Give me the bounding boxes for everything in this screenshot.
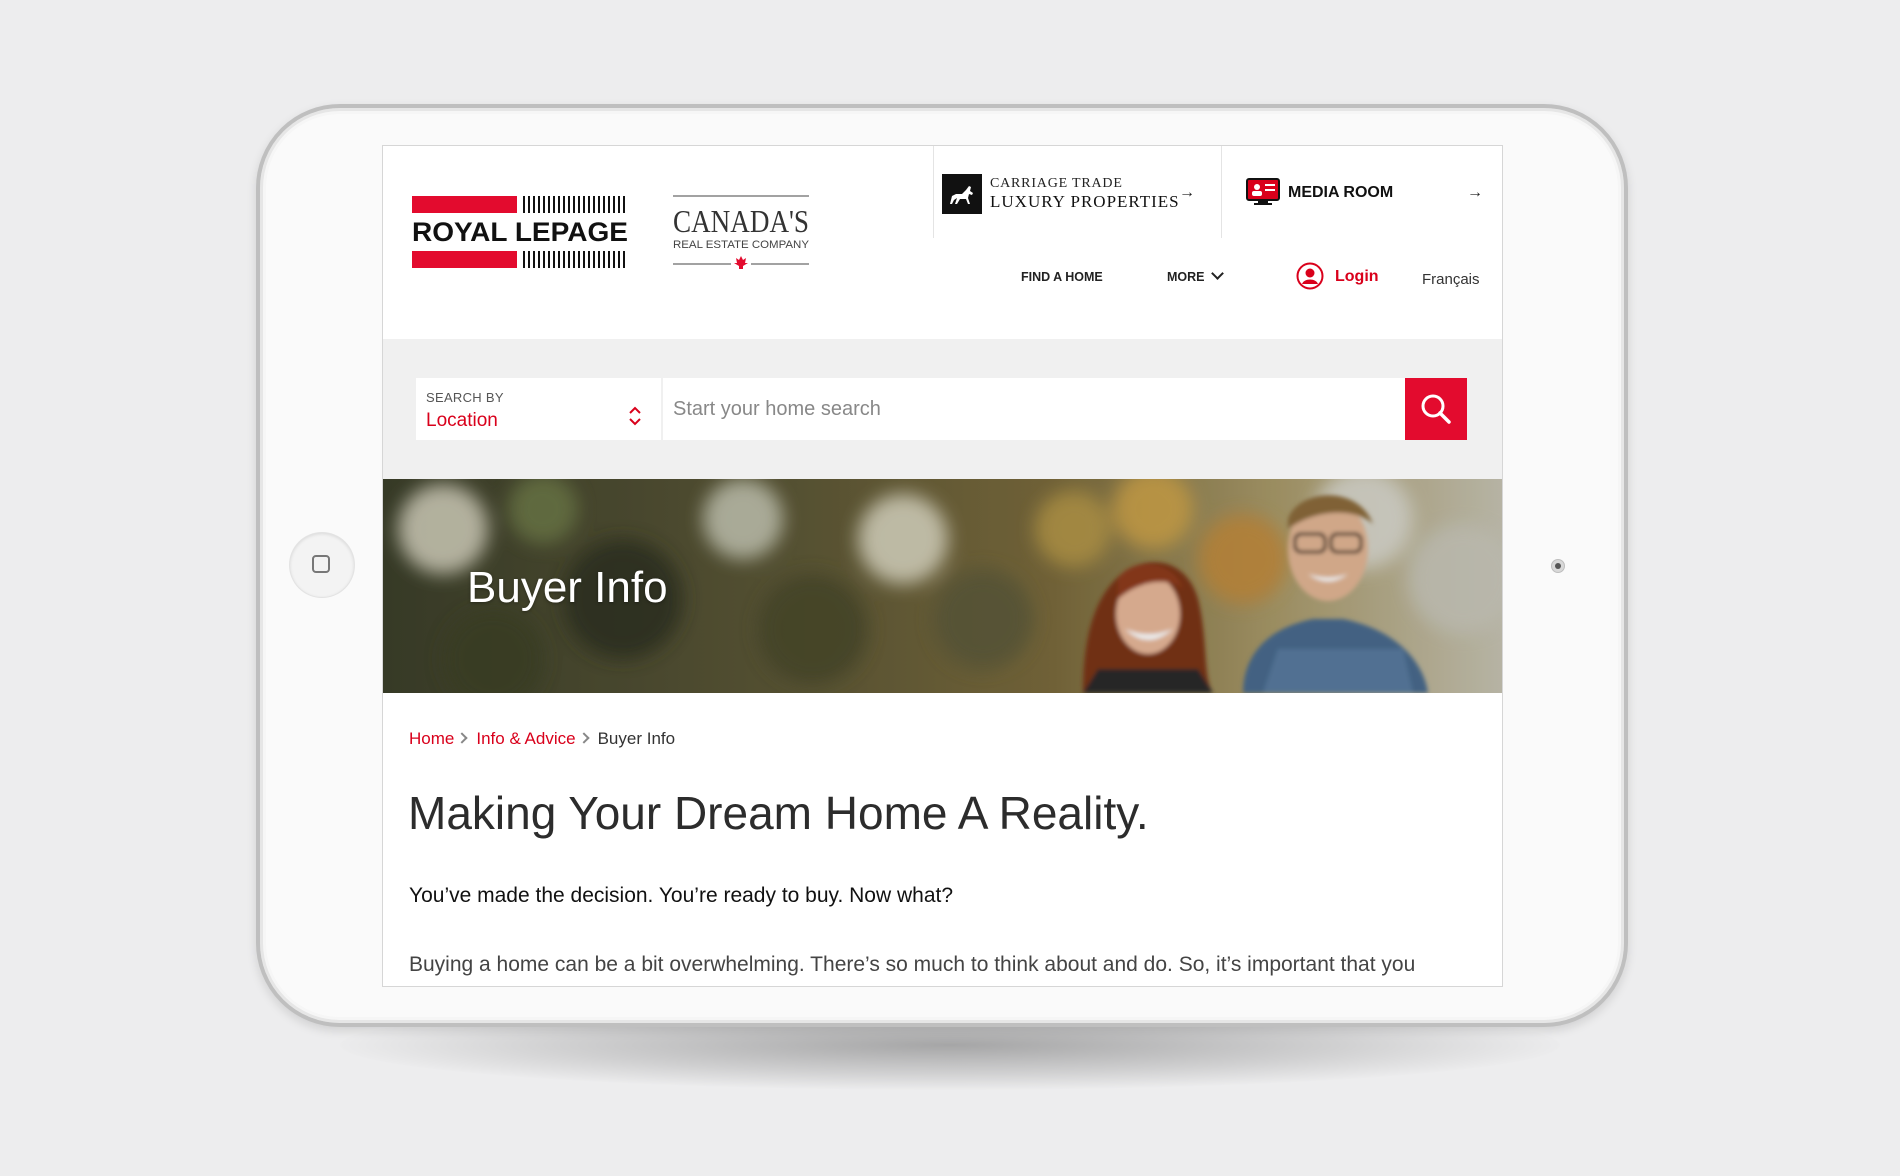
tagline-line2: REAL ESTATE COMPANY <box>673 239 810 251</box>
horse-carriage-icon <box>942 174 982 214</box>
nav-more-label: MORE <box>1167 270 1205 284</box>
carriage-trade-line1: CARRIAGE TRADE <box>990 176 1123 191</box>
header-divider <box>1221 146 1222 238</box>
body-paragraph: Buying a home can be a bit overwhelming.… <box>409 953 1416 976</box>
canadas-real-estate-logo: CANADA'S REAL ESTATE COMPANY <box>673 195 810 269</box>
search-button[interactable] <box>1405 378 1467 440</box>
lead-paragraph: You’ve made the decision. You’re ready t… <box>409 884 954 907</box>
updown-chevron-icon <box>629 406 641 426</box>
nav-more[interactable]: MORE <box>1167 267 1224 284</box>
search-by-label: SEARCH BY <box>426 390 504 405</box>
media-room-link[interactable]: MEDIA ROOM <box>1288 184 1393 202</box>
hero-title: Buyer Info <box>467 563 668 612</box>
nav-find-a-home[interactable]: FIND A HOME <box>1021 270 1103 284</box>
media-screen-icon <box>1246 178 1280 205</box>
carriage-trade-arrow-icon[interactable]: → <box>1179 184 1195 202</box>
chevron-right-icon <box>577 732 590 744</box>
carriage-trade-line2: LUXURY PROPERTIES <box>990 192 1180 211</box>
search-input[interactable] <box>663 378 1405 440</box>
brand-wordmark: ROYAL LEPAGE <box>412 217 628 247</box>
search-icon <box>1421 394 1451 424</box>
hero-banner: Buyer Info <box>383 479 1502 693</box>
chevron-right-icon <box>456 732 469 744</box>
media-room-arrow-icon[interactable]: → <box>1467 184 1483 202</box>
search-by-value: Location <box>426 410 498 431</box>
breadcrumb: Home Info & Advice Buyer Info <box>409 729 675 749</box>
page-headline: Making Your Dream Home A Reality. <box>408 787 1149 839</box>
maple-leaf-icon <box>734 256 748 269</box>
site-header: ROYAL LEPAGE CANADA'S REAL ESTATE COMPAN… <box>383 146 1502 339</box>
breadcrumb-home[interactable]: Home <box>409 729 454 748</box>
tablet-screen: ROYAL LEPAGE CANADA'S REAL ESTATE COMPAN… <box>383 146 1502 986</box>
user-circle-icon[interactable] <box>1296 262 1324 290</box>
breadcrumb-current: Buyer Info <box>597 729 676 748</box>
royal-lepage-logo[interactable]: ROYAL LEPAGE <box>412 196 628 268</box>
breadcrumb-info-advice[interactable]: Info & Advice <box>476 729 575 748</box>
language-toggle[interactable]: Français <box>1422 271 1480 288</box>
chevron-down-icon <box>1210 267 1224 280</box>
search-bar: SEARCH BY Location <box>383 339 1502 479</box>
login-link[interactable]: Login <box>1335 268 1379 286</box>
home-button-icon[interactable] <box>290 533 354 597</box>
carriage-trade-link[interactable]: CARRIAGE TRADE LUXURY PROPERTIES <box>942 174 1179 218</box>
search-by-select[interactable]: SEARCH BY Location <box>416 378 661 440</box>
tagline-line1: CANADA'S <box>673 203 809 239</box>
camera-icon <box>1551 559 1565 573</box>
header-divider <box>933 146 934 238</box>
